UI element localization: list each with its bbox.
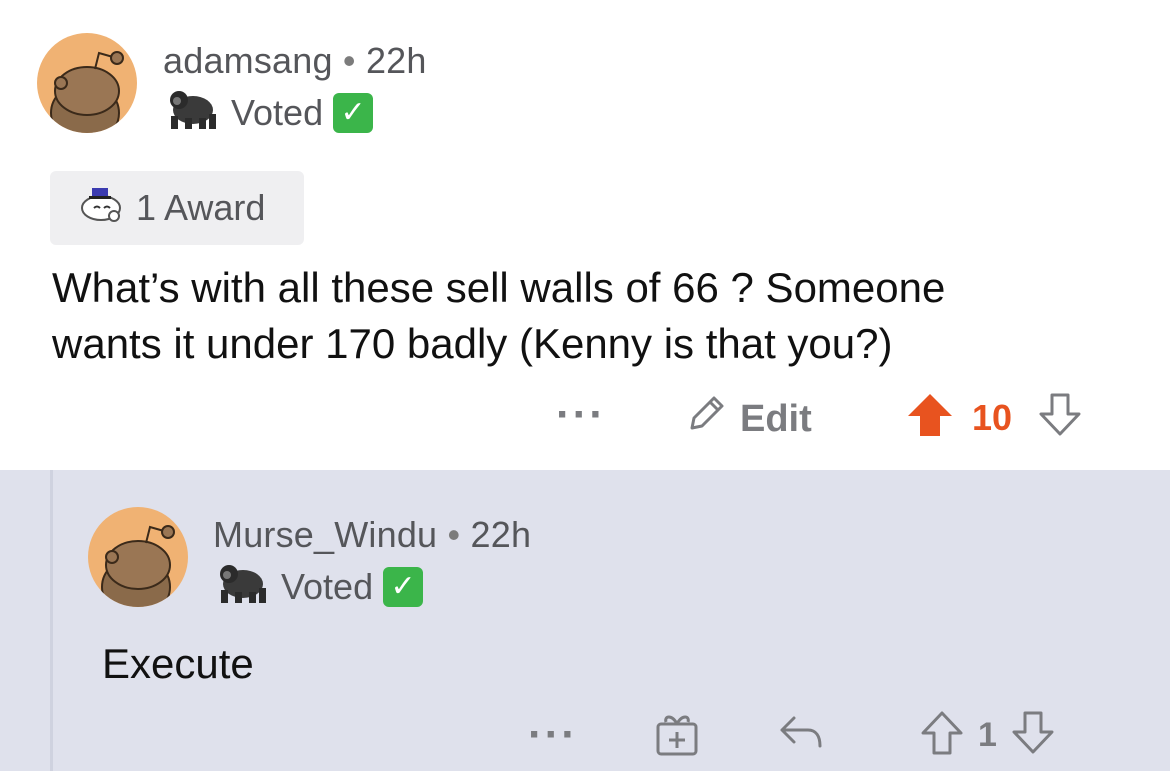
flair-text: Voted — [231, 91, 324, 133]
edit-button[interactable]: Edit — [684, 392, 812, 446]
reply-vote-controls: 1 — [920, 710, 1055, 761]
upvote-arrow-icon[interactable] — [920, 710, 964, 761]
comment-actions: ··· — [556, 388, 606, 442]
award-badge[interactable]: 1 Award — [50, 171, 304, 245]
avatar[interactable] — [37, 33, 137, 133]
gift-icon — [654, 710, 700, 761]
upvote-arrow-icon[interactable] — [906, 392, 954, 443]
reply-body: Execute — [102, 640, 254, 687]
timestamp: 22h — [365, 40, 427, 81]
gorilla-icon — [165, 86, 221, 139]
timestamp: 22h — [470, 514, 532, 555]
snoo-avatar-icon — [101, 525, 175, 607]
separator: • — [342, 40, 356, 81]
more-options-button[interactable]: ··· — [556, 390, 606, 440]
username[interactable]: adamsang — [163, 40, 333, 81]
reply-header: Murse_Windu • 22h — [213, 514, 531, 556]
gift-award-button[interactable] — [654, 710, 700, 761]
edit-label: Edit — [740, 397, 812, 440]
check-icon: ✓ — [383, 566, 424, 607]
avatar[interactable] — [88, 507, 188, 607]
check-icon: ✓ — [333, 92, 374, 133]
user-flair: Voted ✓ — [215, 560, 424, 613]
separator: • — [447, 514, 461, 555]
award-icon — [78, 184, 124, 233]
pencil-icon — [684, 392, 728, 446]
reply-icon — [778, 712, 824, 757]
flair-text: Voted — [281, 565, 374, 607]
comment-header: adamsang • 22h — [163, 40, 427, 82]
downvote-arrow-icon[interactable] — [1038, 392, 1082, 443]
vote-score: 10 — [972, 396, 1013, 438]
downvote-arrow-icon[interactable] — [1011, 710, 1055, 761]
snoo-avatar-icon — [50, 51, 124, 133]
gorilla-icon — [215, 560, 271, 613]
user-flair: Voted ✓ — [165, 86, 374, 139]
vote-controls: 10 — [906, 392, 1082, 443]
comment-body-line: wants it under 170 badly (Kenny is that … — [52, 320, 893, 367]
comment-body: What’s with all these sell walls of 66 ?… — [52, 260, 945, 372]
award-label: 1 Award — [136, 187, 266, 228]
reply-actions: ··· — [528, 708, 578, 762]
more-options-button[interactable]: ··· — [528, 710, 578, 760]
reply-button[interactable] — [778, 712, 824, 757]
username[interactable]: Murse_Windu — [213, 514, 437, 555]
thread-line[interactable] — [50, 470, 53, 771]
comment-body-line: What’s with all these sell walls of 66 ?… — [52, 264, 946, 311]
vote-score: 1 — [978, 716, 997, 754]
comment: adamsang • 22h Voted ✓ 1 Award What’s wi… — [0, 0, 1170, 470]
